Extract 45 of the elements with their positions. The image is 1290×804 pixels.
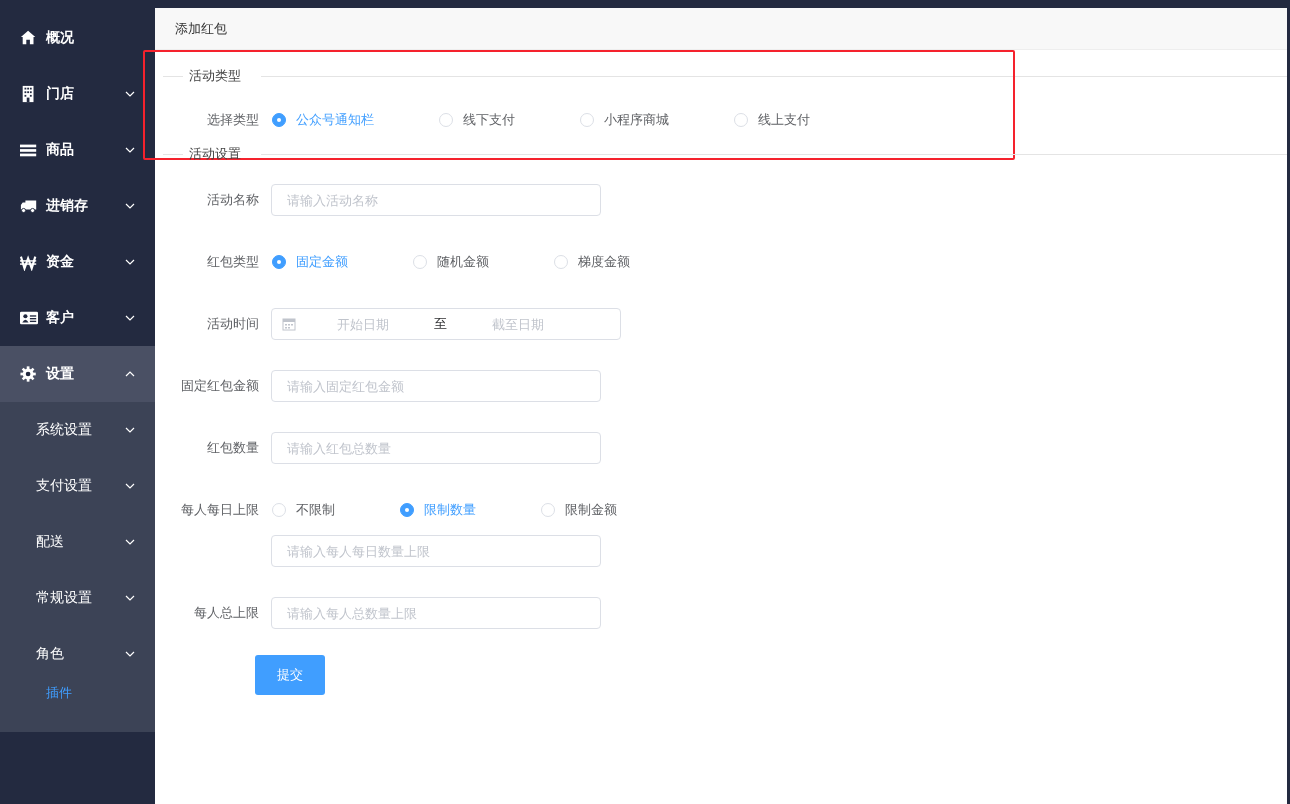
submenu-item[interactable]: 系统设置	[0, 402, 155, 458]
page-title: 添加红包	[155, 8, 1287, 50]
field-label: 选择类型	[206, 111, 260, 129]
calendar-icon	[282, 317, 296, 331]
menu-item[interactable]: 客户	[0, 290, 155, 346]
field-label: 红包类型	[206, 253, 260, 271]
radio-option[interactable]: 小程序商城	[579, 111, 669, 129]
menu-item[interactable]: 门店	[0, 66, 155, 122]
radio-option[interactable]: 线上支付	[733, 111, 810, 129]
field-label: 固定红包金额	[180, 377, 260, 395]
field-label: 每人总上限	[193, 604, 260, 622]
text-input[interactable]: 请输入红包总数量	[271, 432, 601, 464]
date-range-field[interactable]: 开始日期 至 截至日期	[271, 308, 621, 340]
field-label: 每人每日上限	[180, 501, 260, 519]
home-icon	[20, 29, 38, 47]
field-label: 红包数量	[206, 439, 260, 457]
menu-item[interactable]: 资金	[0, 234, 155, 290]
radio-option[interactable]: 随机金额	[412, 253, 489, 271]
radio-option[interactable]: 限制金额	[540, 501, 617, 519]
menu-item[interactable]: 概况	[0, 10, 155, 66]
won-icon	[20, 253, 38, 271]
radio-option[interactable]: 不限制	[271, 501, 335, 519]
radio-option[interactable]: 线下支付	[438, 111, 515, 129]
field-label: 活动时间	[206, 315, 260, 333]
gear-icon	[20, 365, 38, 383]
submenu-item[interactable]: 常规设置	[0, 570, 155, 626]
submenu-item[interactable]: 配送	[0, 514, 155, 570]
section-legend: 活动设置	[183, 145, 261, 163]
range-separator: 至	[433, 315, 448, 333]
text-input[interactable]: 请输入每人总数量上限	[271, 597, 601, 629]
text-input[interactable]: 请输入活动名称	[271, 184, 601, 216]
radio-option[interactable]: 梯度金额	[553, 253, 630, 271]
text-input[interactable]: 请输入每人每日数量上限	[271, 535, 601, 567]
section-legend: 活动类型	[183, 67, 261, 85]
text-input[interactable]: 请输入固定红包金额	[271, 370, 601, 402]
start-date-input[interactable]: 开始日期	[296, 315, 430, 333]
submenu-item[interactable]: 支付设置	[0, 458, 155, 514]
end-date-input[interactable]: 截至日期	[451, 315, 585, 333]
menu-item[interactable]: 进销存	[0, 178, 155, 234]
submenu-item[interactable]: 角色	[0, 626, 155, 682]
field-label: 活动名称	[206, 191, 260, 209]
id-card-icon	[20, 309, 38, 327]
menu-item[interactable]: 设置	[0, 346, 155, 402]
submenu-item[interactable]: 插件	[0, 682, 155, 724]
menu-item[interactable]: 商品	[0, 122, 155, 178]
